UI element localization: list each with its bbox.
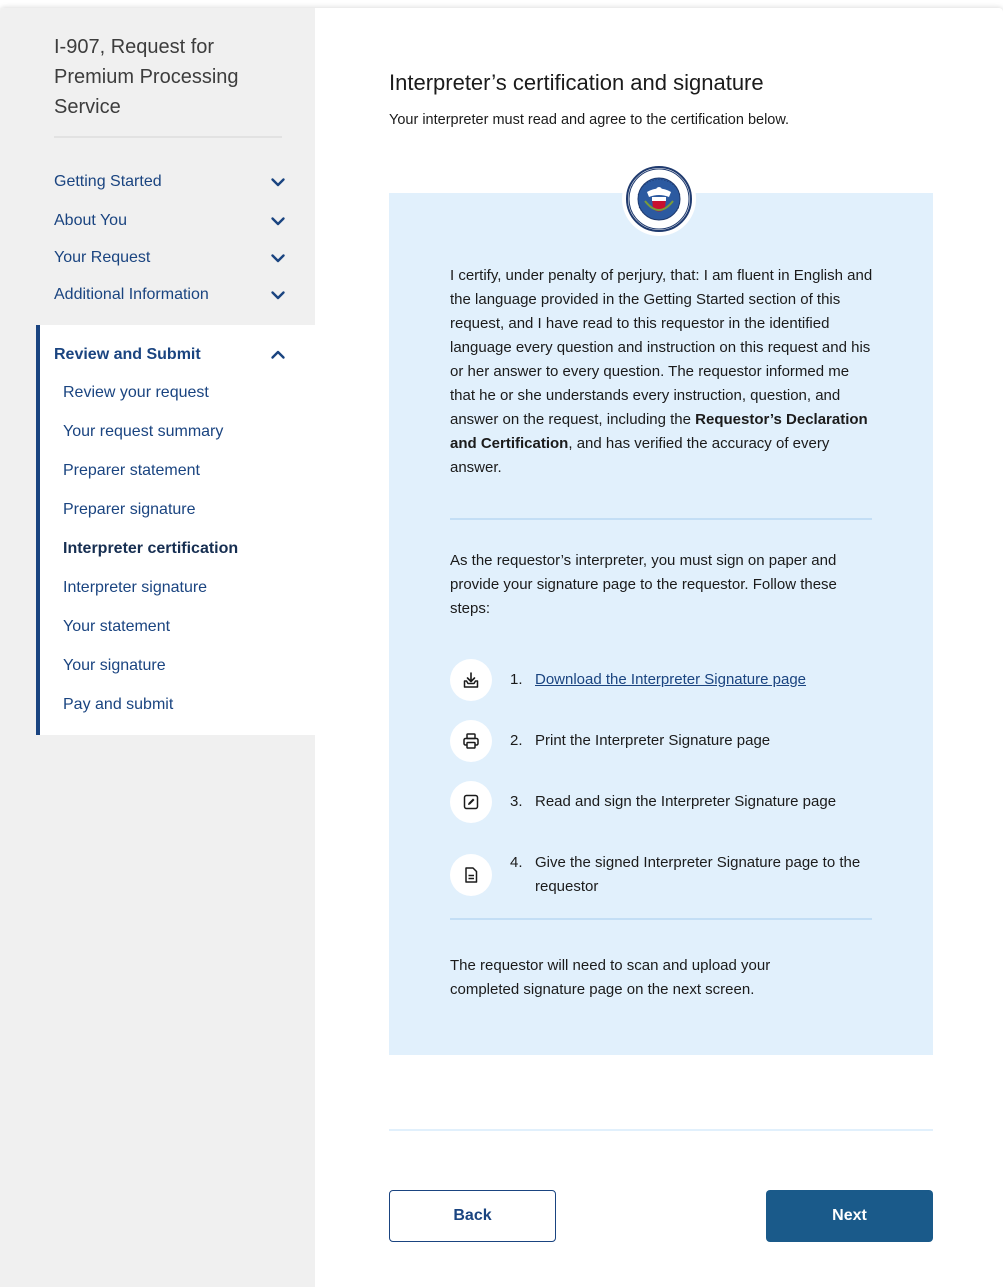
instructions-text: As the requestor’s interpreter, you must… bbox=[450, 552, 837, 617]
certification-panel: I certify, under penalty of perjury, tha… bbox=[389, 193, 933, 1055]
nav-section-label: Getting Started bbox=[54, 173, 162, 190]
step-number: 3. bbox=[510, 793, 523, 810]
dhs-seal-icon bbox=[622, 162, 696, 236]
sidebar-item-your-statement[interactable]: Your statement bbox=[63, 616, 170, 638]
sidebar-item-preparer-signature[interactable]: Preparer signature bbox=[63, 499, 196, 521]
back-button[interactable]: Back bbox=[389, 1190, 556, 1242]
nav-section-label: Your Request bbox=[54, 249, 151, 266]
panel-divider bbox=[450, 518, 872, 520]
application-frame: I-907, Request for Premium Processing Se… bbox=[0, 8, 1003, 1287]
nav-section-getting-started[interactable]: Getting Started bbox=[54, 168, 286, 196]
chevron-down-icon bbox=[270, 213, 286, 229]
step-print: 2. Print the Interpreter Signature page bbox=[450, 720, 875, 762]
step-give-to-requestor: 4. Give the signed Interpreter Signature… bbox=[450, 842, 875, 899]
page-subtitle: Your interpreter must read and agree to … bbox=[389, 112, 790, 128]
sidebar-item-review-your-request[interactable]: Review your request bbox=[63, 382, 209, 404]
page-title: Interpreter’s certification and signatur… bbox=[389, 70, 764, 95]
nav-section-review-and-submit: Review and Submit Review your request Yo… bbox=[36, 325, 315, 735]
nav-section-label: Additional Information bbox=[54, 286, 209, 303]
sidebar-item-your-request-summary[interactable]: Your request summary bbox=[63, 421, 223, 443]
final-note: The requestor will need to scan and uplo… bbox=[450, 957, 771, 998]
step-text: Print the Interpreter Signature page bbox=[535, 732, 771, 749]
step-text: Read and sign the Interpreter Signature … bbox=[535, 793, 837, 810]
sidebar-item-interpreter-certification[interactable]: Interpreter certification bbox=[63, 538, 238, 560]
download-signature-page-link[interactable]: Download the Interpreter Signature page bbox=[535, 671, 806, 688]
sidebar-item-your-signature[interactable]: Your signature bbox=[63, 655, 166, 677]
sidebar-divider bbox=[54, 136, 282, 138]
certification-text: I certify, under penalty of perjury, tha… bbox=[450, 264, 875, 480]
step-read-and-sign: 3. Read and sign the Interpreter Signatu… bbox=[450, 781, 875, 823]
chevron-down-icon bbox=[270, 174, 286, 190]
document-icon bbox=[450, 854, 492, 896]
step-number: 2. bbox=[510, 732, 523, 749]
chevron-down-icon bbox=[270, 250, 286, 266]
chevron-up-icon bbox=[270, 347, 286, 363]
nav-section-your-request[interactable]: Your Request bbox=[54, 244, 286, 272]
footer-divider bbox=[389, 1129, 933, 1131]
step-download: 1. Download the Interpreter Signature pa… bbox=[450, 659, 875, 701]
step-text: Give the signed Interpreter Signature pa… bbox=[535, 854, 861, 895]
step-text: Download the Interpreter Signature page bbox=[535, 668, 871, 692]
print-icon bbox=[450, 720, 492, 762]
form-title: I-907, Request for Premium Processing Se… bbox=[54, 36, 239, 118]
chevron-down-icon bbox=[270, 287, 286, 303]
nav-section-label: Review and Submit bbox=[54, 346, 201, 363]
next-button[interactable]: Next bbox=[766, 1190, 933, 1242]
nav-section-about-you[interactable]: About You bbox=[54, 207, 286, 235]
sidebar-item-preparer-statement[interactable]: Preparer statement bbox=[63, 460, 200, 482]
sidebar-nav: I-907, Request for Premium Processing Se… bbox=[0, 8, 315, 1287]
step-number: 4. bbox=[510, 854, 523, 871]
step-number: 1. bbox=[510, 671, 523, 688]
panel-divider bbox=[450, 918, 872, 920]
edit-icon bbox=[450, 781, 492, 823]
certification-text-start: I certify, under penalty of perjury, tha… bbox=[450, 267, 873, 428]
nav-section-label: About You bbox=[54, 212, 127, 229]
sidebar-item-pay-and-submit[interactable]: Pay and submit bbox=[63, 694, 173, 716]
sidebar-item-interpreter-signature[interactable]: Interpreter signature bbox=[63, 577, 207, 599]
nav-section-header-review-and-submit[interactable]: Review and Submit bbox=[54, 343, 286, 367]
nav-section-additional-information[interactable]: Additional Information bbox=[54, 281, 286, 309]
download-icon bbox=[450, 659, 492, 701]
